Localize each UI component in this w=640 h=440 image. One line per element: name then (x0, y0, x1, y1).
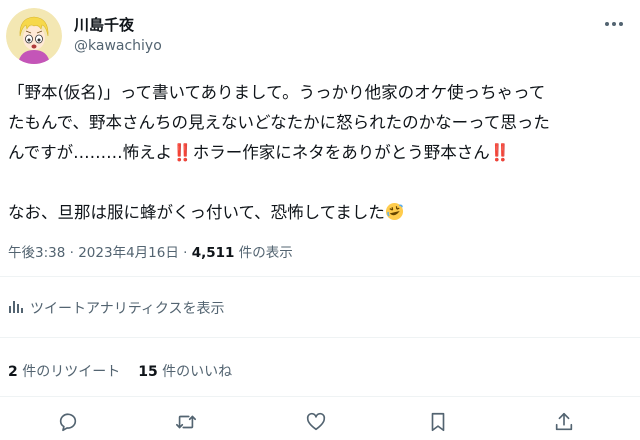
tweet-meta: 午後3:38 · 2023年4月16日 · 4,511 件の表示 (8, 241, 293, 261)
tweet-line: んですが………怖えよ‼️ホラー作家にネタをありがとう野本さん‼️ (8, 138, 628, 168)
action-bar (0, 408, 640, 436)
engagement-stats: 2 件のリツイート 15 件のいいね (8, 361, 232, 381)
author-name[interactable]: 川島千夜 (74, 14, 134, 35)
avatar-illustration (6, 8, 62, 64)
views-label: 件の表示 (238, 245, 293, 261)
tweet-line: 「野本(仮名)」って書いてありまして。うっかり他家のオケ使っちゃって (8, 83, 546, 102)
meta-separator: · (69, 245, 74, 261)
tweet-line-segment: なお、旦那は服に蜂がくっ付いて、恐怖してました (8, 203, 385, 222)
more-options-icon[interactable] (598, 12, 630, 36)
dot (612, 22, 616, 26)
author-handle[interactable]: @kawachiyo (74, 38, 162, 54)
retweet-icon[interactable] (172, 408, 200, 436)
analytics-icon (8, 298, 24, 318)
divider (0, 276, 640, 277)
tweet-date[interactable]: 2023年4月16日 (78, 245, 179, 261)
tweet-line-segment: んですが………怖えよ (8, 143, 173, 162)
tweet-line: なお、旦那は服に蜂がくっ付いて、恐怖してました (8, 198, 628, 231)
double-exclamation-emoji: ‼️ (172, 143, 193, 162)
tweet-text: 「野本(仮名)」って書いてありまして。うっかり他家のオケ使っちゃって たもんで、… (8, 78, 628, 231)
tweet-line: たもんで、野本さんちの見えないどなたかに怒られたのかなーって思った (8, 113, 550, 132)
dot (605, 22, 609, 26)
double-exclamation-emoji: ‼️ (489, 143, 511, 162)
view-analytics-link[interactable]: ツイートアナリティクスを表示 (8, 298, 224, 318)
likes-label: 件のいいね (162, 364, 233, 380)
like-stat[interactable]: 15 件のいいね (138, 361, 232, 381)
analytics-label: ツイートアナリティクスを表示 (30, 301, 225, 317)
reply-icon[interactable] (54, 408, 82, 436)
meta-separator: · (183, 245, 188, 261)
tweet-line-segment: ホラー作家にネタをありがとう野本さん (192, 143, 490, 162)
share-icon[interactable] (550, 408, 578, 436)
avatar[interactable] (6, 8, 62, 64)
dot (619, 22, 623, 26)
bookmark-icon[interactable] (424, 408, 452, 436)
retweet-stat[interactable]: 2 件のリツイート (8, 361, 120, 381)
like-icon[interactable] (302, 408, 330, 436)
divider (0, 337, 640, 338)
rolling-on-floor-laughing-emoji (385, 201, 404, 231)
likes-count: 15 (138, 364, 158, 380)
retweets-count: 2 (8, 364, 18, 380)
retweets-label: 件のリツイート (22, 364, 121, 380)
tweet-time[interactable]: 午後3:38 (8, 245, 65, 261)
views-count: 4,511 (191, 245, 235, 261)
divider (0, 396, 640, 397)
